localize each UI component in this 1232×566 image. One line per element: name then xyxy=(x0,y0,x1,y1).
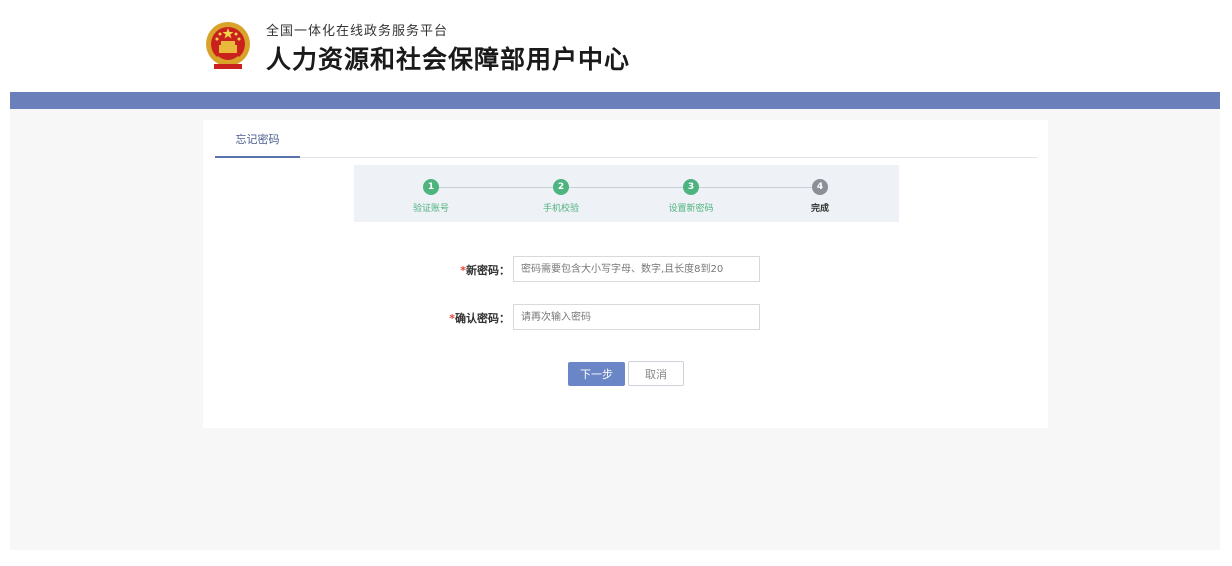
national-emblem-icon xyxy=(206,22,250,69)
confirm-password-label: *确认密码： xyxy=(430,310,510,326)
step-connector xyxy=(438,187,554,188)
step-4-label: 完成 xyxy=(810,204,829,214)
new-password-field[interactable] xyxy=(513,256,760,282)
site-title: 人力资源和社会保障部用户中心 xyxy=(266,45,631,74)
step-1-label: 验证账号 xyxy=(412,204,449,214)
step-connector xyxy=(569,187,683,188)
new-password-label-text: 新密码： xyxy=(466,264,510,277)
progress-steps: 1 2 3 4 验证账号 手机校验 设置新密码 完成 xyxy=(354,165,899,222)
confirm-password-label-text: 确认密码： xyxy=(455,312,510,325)
cancel-button[interactable]: 取消 xyxy=(628,361,684,386)
confirm-password-field[interactable] xyxy=(513,304,760,330)
step-3-icon: 3 xyxy=(683,179,699,195)
step-1-icon: 1 xyxy=(423,179,439,195)
next-step-button[interactable]: 下一步 xyxy=(568,362,625,386)
tab-bar: 忘记密码 xyxy=(215,129,1037,158)
new-password-label: *新密码： xyxy=(430,262,510,278)
step-4-icon: 4 xyxy=(812,179,828,195)
site-header: 全国一体化在线政务服务平台 人力资源和社会保障部用户中心 xyxy=(0,0,1232,92)
step-3-label: 设置新密码 xyxy=(668,204,714,214)
brand-bar xyxy=(10,92,1220,109)
platform-name: 全国一体化在线政务服务平台 xyxy=(266,24,449,39)
step-2-label: 手机校验 xyxy=(542,204,579,214)
step-connector xyxy=(699,187,812,188)
step-2-icon: 2 xyxy=(553,179,569,195)
tab-forgot-password[interactable]: 忘记密码 xyxy=(215,129,300,158)
